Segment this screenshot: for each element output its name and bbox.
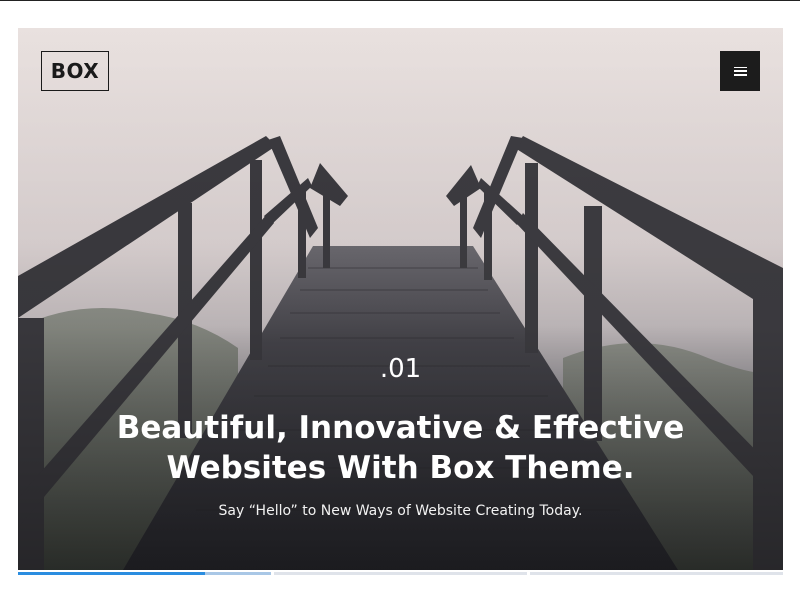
- slide-progress-fill-1: [18, 572, 206, 575]
- headline-line-2: Websites With Box Theme.: [166, 450, 635, 486]
- slider-progress: [18, 572, 783, 575]
- logo-text: BOX: [50, 59, 100, 83]
- menu-button[interactable]: [720, 51, 760, 91]
- slide-indicator-3[interactable]: [530, 572, 783, 575]
- slide-indicator-1[interactable]: [18, 572, 271, 575]
- slide-subtitle: Say “Hello” to New Ways of Website Creat…: [218, 503, 583, 519]
- hamburger-menu-icon: [733, 66, 747, 76]
- hero-slider: BOX .01 Beautiful, Innovative & Effectiv…: [18, 28, 783, 570]
- slide-headline: Beautiful, Innovative & Effective Websit…: [18, 408, 783, 488]
- headline-line-1: Beautiful, Innovative & Effective: [116, 410, 685, 446]
- slide-indicator-2[interactable]: [274, 572, 527, 575]
- slide-number: .01: [379, 354, 422, 384]
- hero-background-image: [18, 28, 783, 570]
- logo[interactable]: BOX: [41, 51, 109, 91]
- top-border: [0, 0, 800, 1]
